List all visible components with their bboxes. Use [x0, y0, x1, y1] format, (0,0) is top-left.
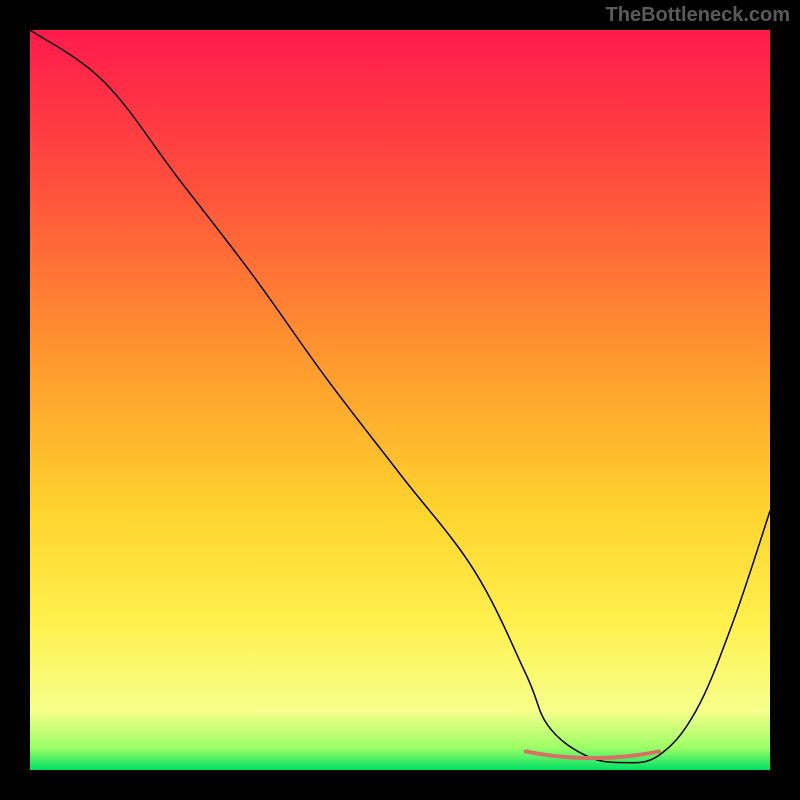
chart-background	[30, 30, 770, 770]
chart-container	[30, 30, 770, 770]
watermark-text: TheBottleneck.com	[606, 4, 790, 27]
chart-svg	[30, 30, 770, 770]
